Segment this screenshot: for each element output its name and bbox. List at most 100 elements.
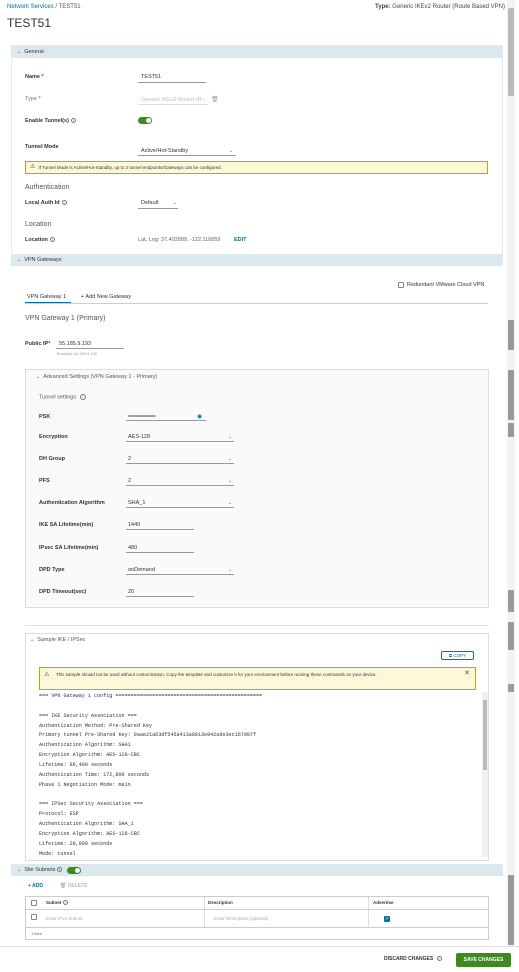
type-info: Type: Generic IKEv2 Router (Route Based …: [375, 4, 505, 10]
warning-icon: ⚠: [44, 672, 50, 678]
chevron-down-icon: ⌄: [17, 257, 22, 263]
psk-underline: [126, 420, 206, 421]
dpd-timeout-field[interactable]: 20: [128, 589, 134, 595]
encryption-select[interactable]: AES-128: [128, 434, 150, 440]
redundant-checkbox[interactable]: [398, 282, 404, 288]
site-subnets-header-label: Site Subnets: [24, 867, 56, 873]
dh-group-label: DH Group: [39, 456, 65, 462]
info-icon[interactable]: i: [57, 867, 63, 873]
tab-add-new-gateway[interactable]: + Add New Gateway: [81, 294, 131, 300]
ike-lifetime-label: IKE SA Lifetime(min): [39, 522, 94, 528]
info-icon[interactable]: i: [79, 394, 86, 400]
ipsec-lifetime-field[interactable]: 480: [128, 545, 137, 551]
location-value: Lat, Lng: 37.402889, -122.116859: [138, 237, 221, 243]
advertise-checkbox[interactable]: ✓: [384, 916, 390, 922]
sample-warning: ⚠ This sample should not be used without…: [39, 667, 476, 690]
dpd-timeout-label: DPD Timeout(sec): [39, 589, 87, 595]
code-scrollbar[interactable]: [482, 692, 488, 857]
col-advertise: Advertise: [373, 900, 394, 905]
info-icon[interactable]: i: [61, 200, 67, 206]
location-edit-link[interactable]: EDIT: [234, 237, 247, 243]
type-info-value: Generic IKEv2 Router (Route Based VPN): [392, 4, 505, 10]
sample-code[interactable]: === VPN Gateway 1 config ===============…: [39, 692, 479, 857]
advanced-settings-header[interactable]: ⌄ Advanced Settings (VPN Gateway 1 - Prim…: [36, 374, 157, 380]
select-all-checkbox[interactable]: [31, 900, 37, 906]
site-subnets-section-header[interactable]: ⌄ Site Subnets i: [11, 864, 503, 876]
breadcrumb-separator: /: [55, 4, 58, 10]
subnet-input[interactable]: Enter IPv4 Subnet: [46, 916, 83, 921]
dpd-timeout-underline: [126, 596, 194, 597]
info-icon[interactable]: i: [63, 900, 69, 906]
public-ip-hint: Example 54.183.9.192: [57, 351, 98, 356]
chevron-down-icon: ⌄: [229, 148, 234, 154]
ipsec-lifetime-underline: [126, 552, 194, 553]
scrollbar-marker: [508, 622, 514, 650]
redundant-label: Redundant VMware Cloud VPN: [407, 282, 485, 288]
info-icon[interactable]: i: [436, 956, 442, 962]
delete-subnet-button: 🗑 DELETE: [60, 883, 88, 889]
save-changes-button[interactable]: SAVE CHANGES: [456, 953, 511, 967]
add-subnet-button[interactable]: + ADD: [28, 883, 43, 889]
subnets-table: Subnet i Description Advertise Enter IPv4…: [25, 896, 489, 940]
type-select: Generic IKEv2 Router (R: [141, 97, 202, 103]
ike-lifetime-underline: [126, 529, 194, 530]
chevron-down-icon: ⌄: [30, 637, 35, 643]
chevron-down-icon: ⌄: [202, 97, 207, 103]
auth-algorithm-underline: [126, 507, 234, 508]
row-checkbox[interactable]: [31, 914, 37, 920]
tunnel-mode-warning-text: If Tunnel Mode is Active/Hot-Standby, up…: [38, 165, 222, 170]
ike-lifetime-field[interactable]: 1440: [128, 522, 140, 528]
local-auth-underline: [138, 208, 178, 209]
col-description: Description: [208, 900, 233, 905]
dpd-type-select[interactable]: onDemand: [128, 567, 155, 573]
chevron-down-icon: ⌄: [228, 456, 233, 462]
breadcrumb-network-services[interactable]: Network Services: [7, 4, 54, 10]
general-section-header[interactable]: ⌄ General: [11, 46, 503, 58]
copy-icon: ⧉: [448, 653, 453, 658]
info-icon[interactable]: i: [70, 118, 76, 124]
col-subnet: Subnet i: [46, 897, 69, 909]
auth-algorithm-select[interactable]: SHA_1: [128, 500, 145, 506]
tunnel-settings-label: Tunnel settings i: [39, 394, 86, 400]
psk-field[interactable]: ••••••••••••••••••••••••••••••••••: [128, 413, 156, 418]
dh-group-underline: [126, 463, 234, 464]
warning-icon: ⚠: [30, 164, 36, 171]
vpn-gateways-header-label: VPN Gateways: [24, 257, 62, 263]
copy-button[interactable]: ⧉ COPY: [441, 651, 474, 660]
info-icon[interactable]: i: [49, 237, 55, 243]
sample-header[interactable]: ⌄ Sample IKE / IPSec: [30, 637, 86, 643]
page-scrollbar[interactable]: [507, 0, 515, 972]
description-input[interactable]: Enter Description (optional): [214, 916, 269, 921]
name-field[interactable]: TEST51: [141, 74, 161, 80]
tunnel-mode-select[interactable]: Active/Hot-Standby: [141, 148, 188, 154]
scrollbar-marker: [508, 370, 514, 420]
tunnel-mode-warning: ⚠ If Tunnel Mode is Active/Hot-Standby, u…: [25, 161, 488, 174]
encryption-underline: [126, 441, 234, 442]
enable-tunnels-toggle[interactable]: [138, 117, 152, 124]
ipsec-lifetime-label: IPsec SA Lifetime(min): [39, 545, 99, 551]
pfs-select[interactable]: 2: [128, 478, 131, 484]
footer-bar: DISCARD CHANGES i SAVE CHANGES: [0, 946, 519, 972]
location-heading: Location: [25, 221, 52, 228]
trash-icon: 🗑: [211, 97, 219, 103]
scrollbar-thumb[interactable]: [508, 8, 514, 96]
encryption-label: Encryption: [39, 434, 68, 440]
vpn-gateways-section-header[interactable]: ⌄ VPN Gateways: [11, 254, 503, 266]
chevron-down-icon: ⌄: [228, 434, 233, 440]
advanced-settings-card: [25, 369, 489, 608]
close-icon[interactable]: ✕: [464, 670, 470, 678]
site-subnets-toggle[interactable]: [66, 867, 81, 875]
public-ip-field[interactable]: 55.185.9.193: [59, 341, 91, 347]
chevron-down-icon: ⌄: [228, 478, 233, 484]
tabs-divider: [25, 303, 488, 304]
eye-icon[interactable]: ◉: [197, 413, 202, 420]
discard-changes-button[interactable]: DISCARD CHANGES i: [384, 956, 442, 962]
tab-vpn-gateway-1[interactable]: VPN Gateway 1: [27, 294, 66, 300]
local-auth-id-label: Local Auth Id i: [25, 200, 67, 206]
scrollbar-marker: [508, 684, 514, 692]
code-scrollbar-thumb[interactable]: [483, 700, 487, 770]
dh-group-select[interactable]: 2: [128, 456, 131, 462]
chevron-down-icon: ⌄: [17, 867, 22, 873]
public-ip-label: Public IP*: [25, 341, 51, 347]
local-auth-id-select[interactable]: Default: [141, 200, 158, 206]
